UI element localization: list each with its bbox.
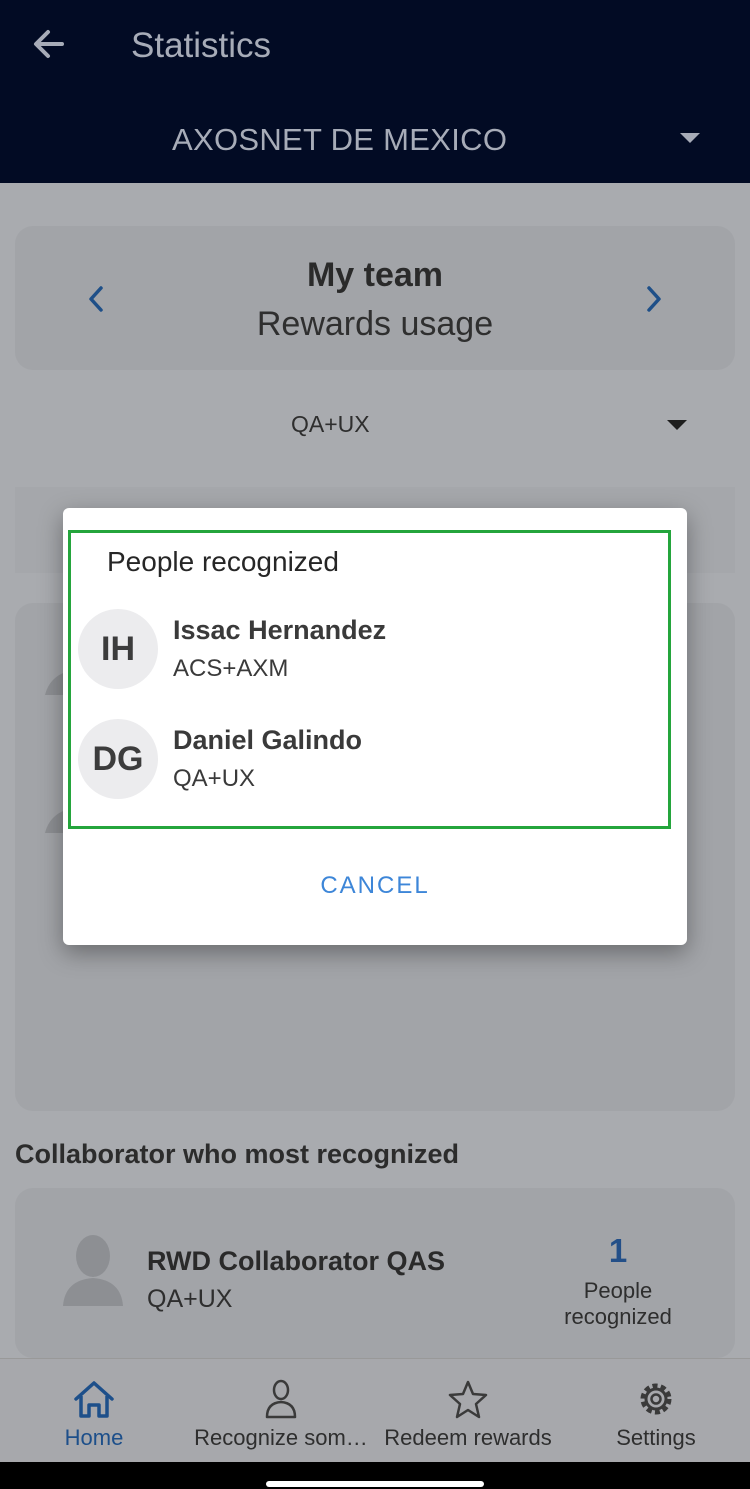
person-name: Daniel Galindo (173, 725, 363, 755)
list-item[interactable]: DG Daniel Galindo QA+UX (78, 719, 658, 803)
nav-item-home[interactable]: Home (44, 1359, 144, 1463)
chevron-right-icon[interactable] (643, 284, 665, 314)
recognized-count-label: People recognized (564, 1278, 672, 1329)
section-title: Collaborator who most recognized (15, 1139, 460, 1169)
gear-icon (634, 1377, 678, 1421)
nav-item-redeem[interactable]: Redeem rewards (378, 1359, 558, 1463)
team-stats-card: My team Rewards usage (15, 226, 735, 370)
recognized-count: 1 (608, 1232, 628, 1269)
person-team: QA+UX (173, 765, 256, 792)
nav-label-home: Home (64, 1425, 124, 1450)
avatar: DG (78, 719, 158, 799)
back-arrow-icon[interactable] (30, 22, 70, 66)
person-placeholder-icon (61, 1232, 125, 1308)
collaborator-card[interactable]: RWD Collaborator QAS QA+UX 1 People reco… (15, 1188, 735, 1358)
collaborator-team: QA+UX (147, 1285, 233, 1313)
nav-label-settings: Settings (616, 1425, 696, 1450)
system-navigation-bar (0, 1462, 750, 1489)
team-card-title: My team (306, 256, 444, 294)
collaborator-name: RWD Collaborator QAS (147, 1246, 446, 1276)
team-filter-value[interactable]: QA+UX (291, 411, 370, 438)
caret-down-icon[interactable] (680, 133, 700, 143)
nav-label-recognize: Recognize som… (194, 1425, 368, 1450)
list-item[interactable]: IH Issac Hernandez ACS+AXM (78, 609, 658, 693)
dialog-title: People recognized (107, 546, 339, 577)
home-indicator[interactable] (266, 1481, 484, 1487)
cancel-button[interactable]: CANCEL (63, 872, 687, 900)
nav-item-settings[interactable]: Settings (600, 1359, 712, 1463)
company-selector-label[interactable]: AXOSNET DE MEXICO (172, 122, 507, 158)
caret-down-icon[interactable] (667, 420, 687, 430)
person-name: Issac Hernandez (173, 615, 387, 645)
star-icon (446, 1377, 490, 1421)
app-bar: Statistics AXOSNET DE MEXICO (0, 0, 750, 183)
avatar: IH (78, 609, 158, 689)
people-recognized-dialog: People recognized IH Issac Hernandez ACS… (63, 508, 687, 945)
person-icon (259, 1377, 303, 1421)
team-card-subtitle: Rewards usage (256, 305, 494, 343)
page-title: Statistics (131, 26, 272, 65)
nav-item-recognize[interactable]: Recognize som… (186, 1359, 376, 1463)
bottom-navigation: Home Recognize som… Redeem rewards Setti… (0, 1358, 750, 1462)
person-team: ACS+AXM (173, 655, 289, 682)
home-icon (72, 1377, 116, 1421)
nav-label-redeem: Redeem rewards (384, 1425, 552, 1450)
